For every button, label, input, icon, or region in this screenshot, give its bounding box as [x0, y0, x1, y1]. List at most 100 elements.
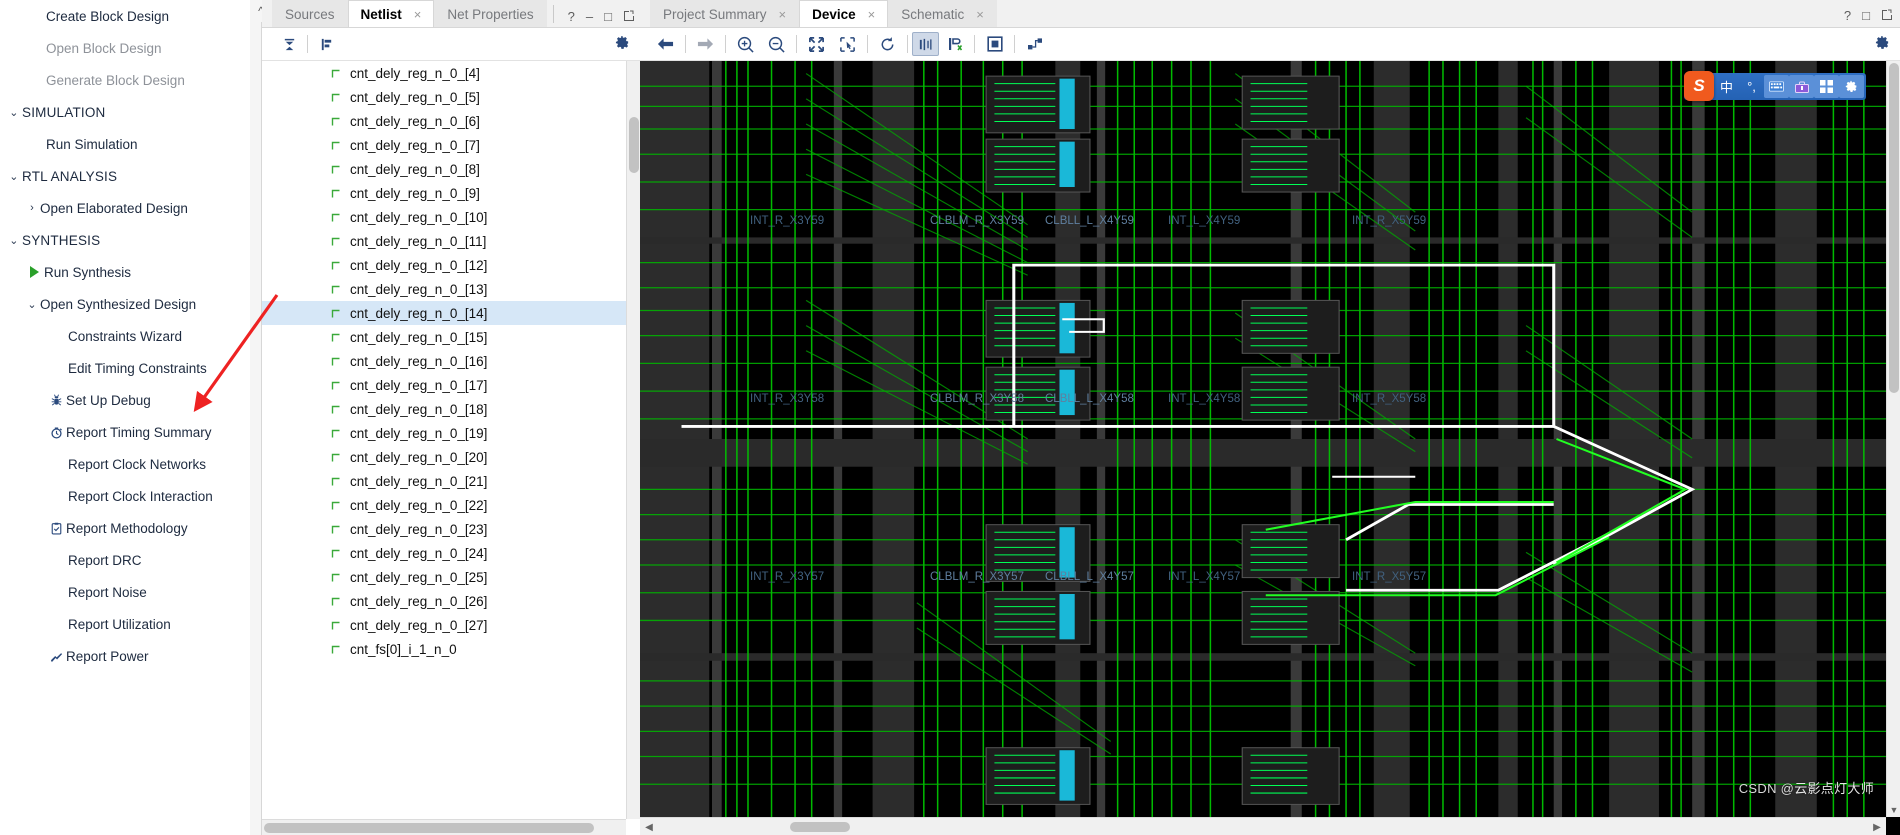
ime-settings-gear-icon[interactable]	[1839, 75, 1864, 98]
flow-item-report-clock-interaction[interactable]: Report Clock Interaction	[0, 480, 249, 512]
flow-item-run-synthesis[interactable]: Run Synthesis	[0, 256, 249, 288]
netlist-tree-item[interactable]: cnt_dely_reg_n_0_[4]	[262, 61, 626, 85]
toolbox-icon[interactable]	[1789, 75, 1814, 98]
device-vscroll-down-arrow[interactable]: ▼	[1887, 803, 1900, 817]
ime-floating-toolbar[interactable]: S 中 °,	[1684, 70, 1866, 101]
netlist-tree-item[interactable]: cnt_dely_reg_n_0_[18]	[262, 397, 626, 421]
tab-project-summary[interactable]: Project Summary ×	[650, 0, 800, 27]
ime-punctuation-toggle[interactable]: °,	[1739, 75, 1764, 98]
chevron-down-icon[interactable]: ⌄	[24, 298, 40, 311]
ime-language-toggle[interactable]: 中	[1714, 75, 1739, 98]
autofit-selection-icon[interactable]	[939, 31, 970, 57]
flow-item-synthesis[interactable]: ⌄ SYNTHESIS	[0, 224, 249, 256]
netlist-tree-item[interactable]: cnt_dely_reg_n_0_[25]	[262, 565, 626, 589]
netlist-tree-item[interactable]: cnt_dely_reg_n_0_[16]	[262, 349, 626, 373]
flow-item-report-utilization[interactable]: Report Utilization	[0, 608, 249, 640]
netlist-tree-item[interactable]: cnt_dely_reg_n_0_[14]	[262, 301, 626, 325]
tab-sources[interactable]: Sources	[272, 0, 348, 27]
flow-item-report-power[interactable]: Report Power	[0, 640, 249, 672]
chevron-down-icon[interactable]: ⌄	[6, 170, 22, 183]
device-vertical-scrollbar[interactable]: ▼	[1886, 61, 1900, 817]
netlist-tree-item[interactable]: cnt_dely_reg_n_0_[21]	[262, 469, 626, 493]
highlight-leaf-cells-icon[interactable]	[912, 32, 939, 56]
flow-item-generate-block-design[interactable]: Generate Block Design	[0, 64, 249, 96]
flow-item-rtl-analysis[interactable]: ⌄ RTL ANALYSIS	[0, 160, 249, 192]
zoom-in-icon[interactable]	[730, 31, 761, 57]
flow-item-report-methodology[interactable]: Report Methodology	[0, 512, 249, 544]
netlist-settings-gear-icon[interactable]	[615, 35, 630, 54]
maximize-icon[interactable]: □	[604, 10, 612, 23]
minimize-icon[interactable]: –	[586, 10, 593, 23]
flow-item-create-block-design[interactable]: Create Block Design	[0, 0, 249, 32]
netlist-tree[interactable]: cnt_dely_reg_n_0_[4] cnt_dely_reg_n_0_[5]…	[262, 61, 626, 819]
sogou-logo-icon[interactable]: S	[1684, 70, 1714, 101]
flow-item-report-clock-networks[interactable]: Report Clock Networks	[0, 448, 249, 480]
netlist-tree-item[interactable]: cnt_dely_reg_n_0_[10]	[262, 205, 626, 229]
netlist-tree-item[interactable]: cnt_dely_reg_n_0_[22]	[262, 493, 626, 517]
netlist-tree-item[interactable]: cnt_fs[0]_i_1_n_0	[262, 637, 626, 661]
tab-schematic[interactable]: Schematic ×	[888, 0, 997, 27]
refresh-icon[interactable]	[872, 31, 903, 57]
zoom-area-icon[interactable]	[832, 31, 863, 57]
netlist-tree-item[interactable]: cnt_dely_reg_n_0_[24]	[262, 541, 626, 565]
tab-netlist-close-icon[interactable]: ×	[414, 7, 422, 22]
float-icon[interactable]	[1881, 8, 1892, 23]
auto-fit-icon[interactable]	[311, 32, 341, 56]
zoom-fit-icon[interactable]	[801, 31, 832, 57]
netlist-tree-item[interactable]: cnt_dely_reg_n_0_[6]	[262, 109, 626, 133]
netlist-horizontal-scrollbar[interactable]	[262, 819, 626, 835]
flow-item-report-noise[interactable]: Report Noise	[0, 576, 249, 608]
tab-schematic-close-icon[interactable]: ×	[976, 7, 984, 22]
forward-arrow-icon[interactable]	[690, 31, 721, 57]
back-arrow-icon[interactable]	[650, 31, 681, 57]
flow-item-open-elaborated-design[interactable]: › Open Elaborated Design	[0, 192, 249, 224]
device-settings-gear-icon[interactable]	[1875, 35, 1890, 54]
tab-net-properties[interactable]: Net Properties	[434, 0, 547, 27]
netlist-tree-item[interactable]: cnt_dely_reg_n_0_[12]	[262, 253, 626, 277]
help-icon[interactable]: ?	[1844, 8, 1851, 23]
flow-item-run-simulation[interactable]: Run Simulation	[0, 128, 249, 160]
chevron-down-icon[interactable]: ⌄	[6, 234, 22, 247]
route-icon[interactable]	[1019, 31, 1050, 57]
device-fpga-canvas[interactable]: INT_R_X3Y59 CLBLM_R_X3Y59 CLBLL_L_X4Y59 INT…	[640, 61, 1886, 817]
grid-icon[interactable]	[1814, 75, 1839, 98]
flow-item-open-block-design[interactable]: Open Block Design	[0, 32, 249, 64]
flow-item-report-drc[interactable]: Report DRC	[0, 544, 249, 576]
netlist-tree-item[interactable]: cnt_dely_reg_n_0_[13]	[262, 277, 626, 301]
netlist-tree-item[interactable]: cnt_dely_reg_n_0_[5]	[262, 85, 626, 109]
flow-item-constraints-wizard[interactable]: Constraints Wizard	[0, 320, 249, 352]
netlist-tree-item[interactable]: cnt_dely_reg_n_0_[15]	[262, 325, 626, 349]
device-hscroll-left-arrow[interactable]: ◀	[642, 820, 656, 834]
netlist-vertical-scrollbar[interactable]	[626, 61, 640, 819]
tab-netlist[interactable]: Netlist ×	[347, 0, 435, 27]
device-vscroll-thumb[interactable]	[1889, 63, 1899, 393]
netlist-hscroll-thumb[interactable]	[264, 823, 594, 833]
help-icon[interactable]: ?	[568, 10, 575, 23]
flow-item-report-timing-summary[interactable]: Report Timing Summary	[0, 416, 249, 448]
maximize-icon[interactable]: □	[1862, 8, 1870, 23]
chevron-right-icon[interactable]: ›	[24, 202, 40, 214]
netlist-tree-item[interactable]: cnt_dely_reg_n_0_[17]	[262, 373, 626, 397]
netlist-tree-item[interactable]: cnt_dely_reg_n_0_[27]	[262, 613, 626, 637]
flow-item-simulation[interactable]: ⌄ SIMULATION	[0, 96, 249, 128]
device-hscroll-right-arrow[interactable]: ▶	[1870, 820, 1884, 834]
flow-item-set-up-debug[interactable]: Set Up Debug	[0, 384, 249, 416]
tab-device-close-icon[interactable]: ×	[868, 7, 876, 22]
netlist-tree-item[interactable]: cnt_dely_reg_n_0_[11]	[262, 229, 626, 253]
keyboard-icon[interactable]	[1764, 75, 1789, 98]
netlist-tree-item[interactable]: cnt_dely_reg_n_0_[26]	[262, 589, 626, 613]
chevron-down-icon[interactable]: ⌄	[6, 106, 22, 119]
zoom-out-icon[interactable]	[761, 31, 792, 57]
device-hscroll-thumb[interactable]	[790, 822, 850, 832]
netlist-tree-item[interactable]: cnt_dely_reg_n_0_[9]	[262, 181, 626, 205]
netlist-tree-item[interactable]: cnt_dely_reg_n_0_[23]	[262, 517, 626, 541]
show-selected-icon[interactable]	[979, 31, 1010, 57]
netlist-tree-item[interactable]: cnt_dely_reg_n_0_[7]	[262, 133, 626, 157]
float-icon[interactable]	[623, 10, 634, 23]
netlist-vscroll-thumb[interactable]	[629, 117, 639, 173]
tab-project-summary-close-icon[interactable]: ×	[779, 7, 787, 22]
collapse-all-icon[interactable]	[274, 32, 304, 56]
tab-device[interactable]: Device ×	[799, 0, 889, 27]
device-horizontal-scrollbar[interactable]: ◀ ▶	[640, 817, 1886, 835]
flow-item-edit-timing-constraints[interactable]: Edit Timing Constraints	[0, 352, 249, 384]
